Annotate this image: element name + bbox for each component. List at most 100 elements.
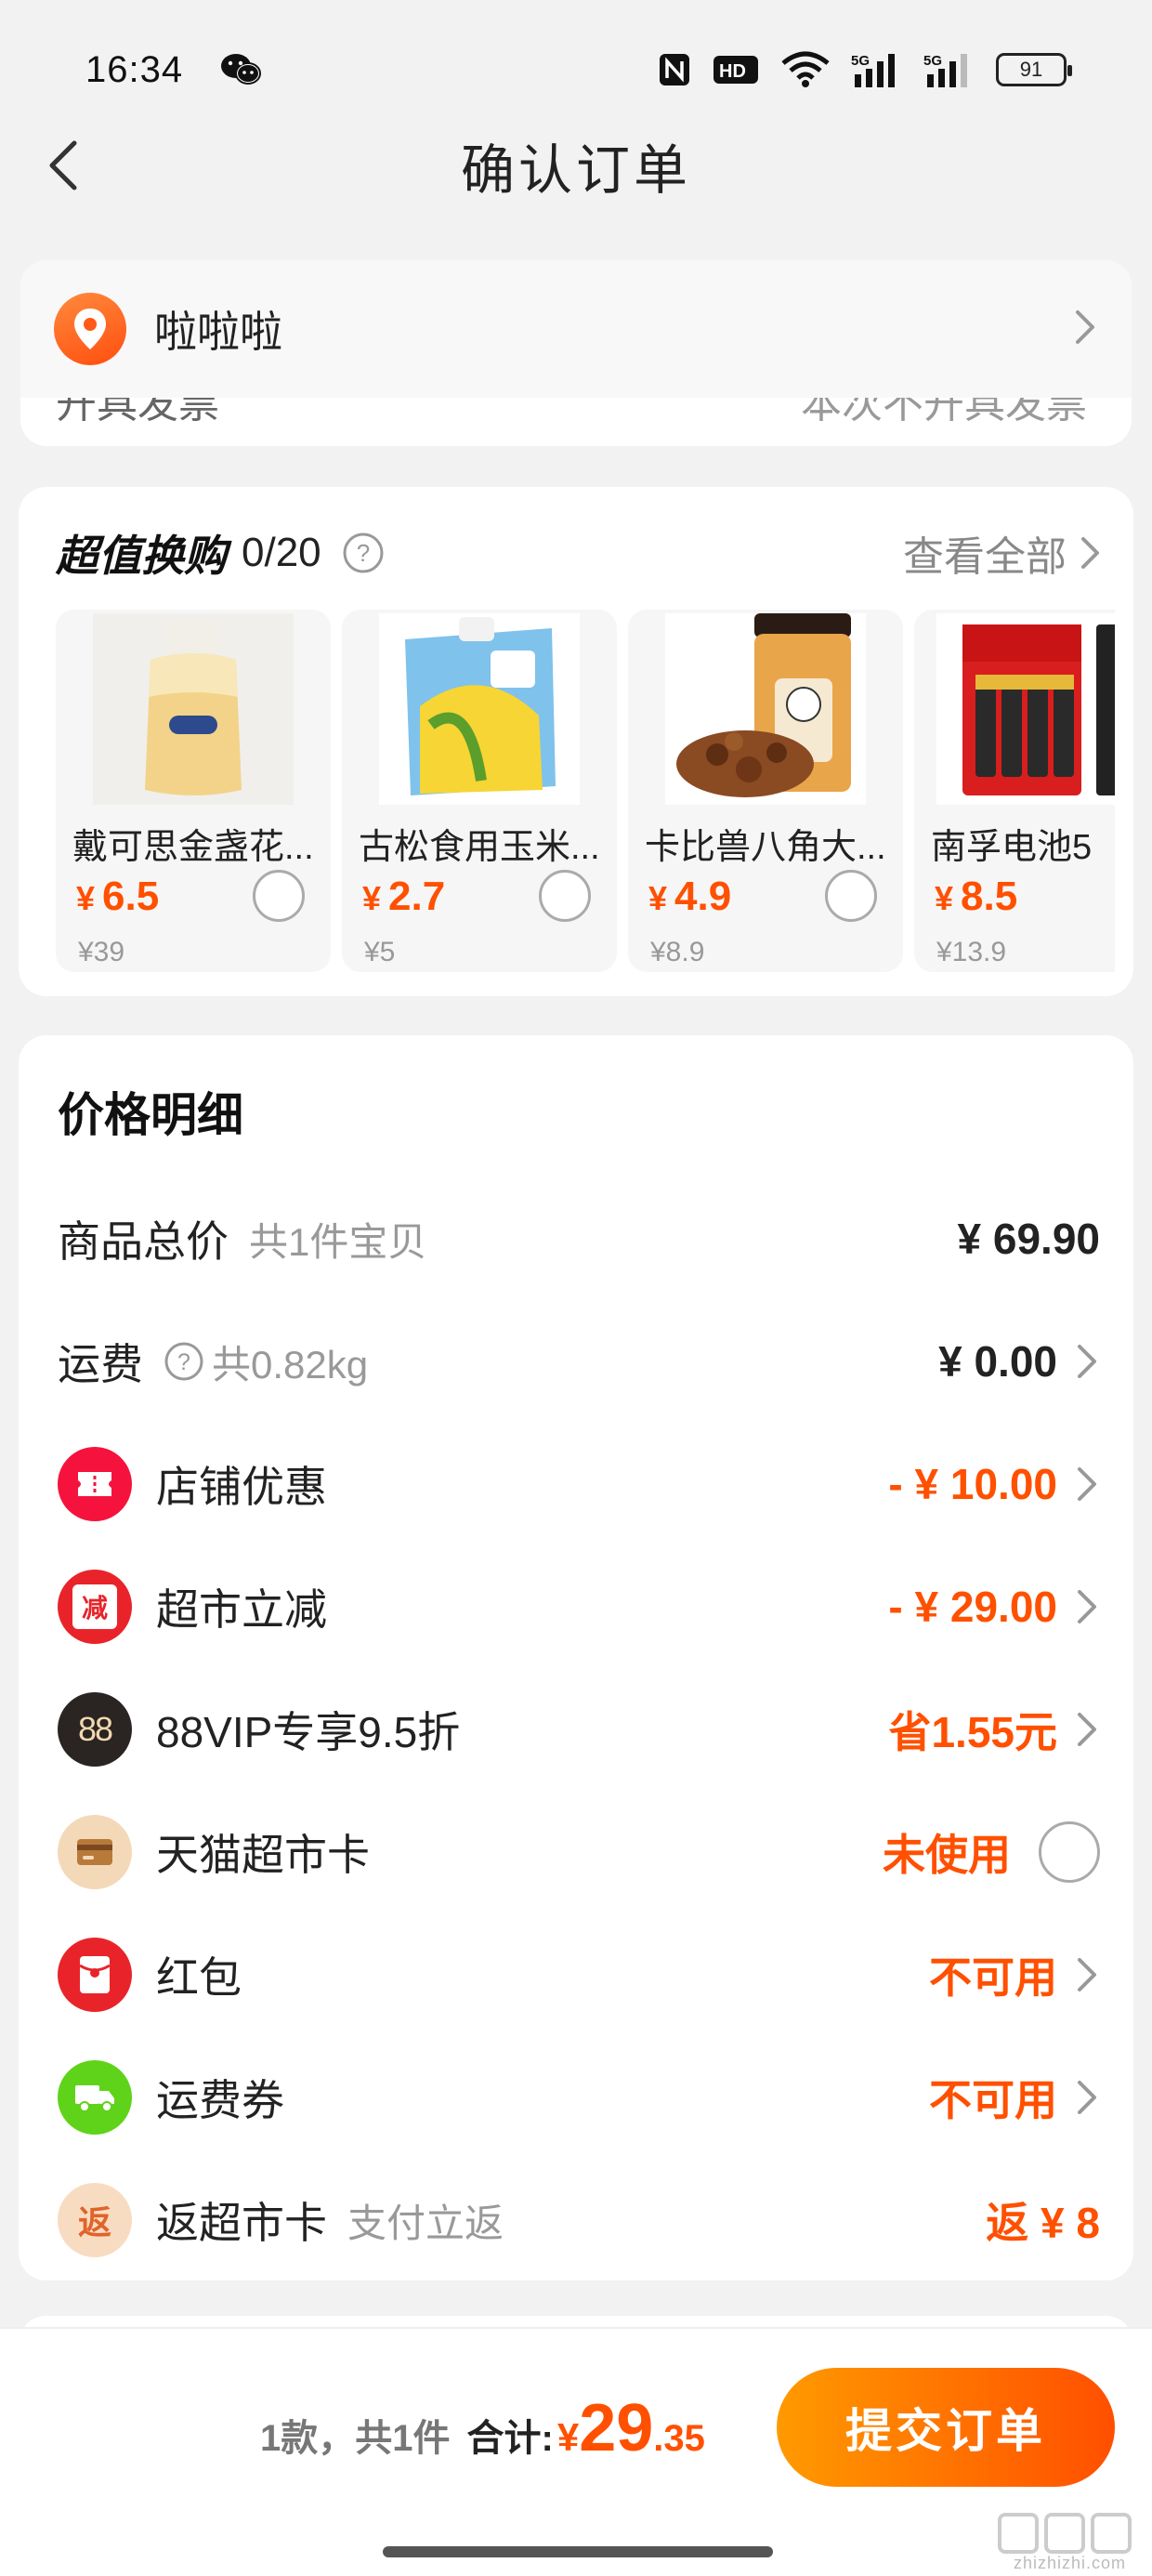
tmall-card-row[interactable]: 天猫超市卡 未使用 xyxy=(19,1801,1133,1903)
swap-product-card[interactable]: 古松食用玉米... ¥2.7 ¥5 xyxy=(342,610,617,972)
swap-title: 超值换购 xyxy=(56,532,227,580)
home-indicator[interactable] xyxy=(383,2546,773,2557)
swap-count: 0/20 xyxy=(242,530,321,575)
shipping-coupon-value: 不可用 xyxy=(929,2076,1057,2124)
tmall-card-value: 未使用 xyxy=(883,1831,1011,1879)
swap-product-price: ¥6.5 xyxy=(76,874,160,919)
chevron-right-icon xyxy=(1078,2081,1096,2114)
swap-product-price: ¥8.5 xyxy=(935,874,1018,919)
cashback-icon-text: 返 xyxy=(77,2203,111,2241)
lotion-bottle-image xyxy=(93,613,294,805)
red-packet-value: 不可用 xyxy=(929,1953,1057,2002)
coupon-icon xyxy=(58,1447,132,1521)
chevron-right-icon xyxy=(1078,1713,1096,1746)
corn-starch-bag-image xyxy=(379,613,580,805)
shipping-coupon-row[interactable]: 运费券 不可用 xyxy=(19,2046,1133,2149)
wifi-icon xyxy=(781,51,830,87)
swap-product-name: 卡比兽八角大... xyxy=(645,828,886,867)
bottom-bar: 1款，共1件 合计: ¥ 29 .35 提交订单 zhizhizhi.com xyxy=(0,2327,1152,2576)
total-price-value: ¥ 69.90 xyxy=(957,1215,1100,1263)
shop-discount-row[interactable]: 店铺优惠 - ¥ 10.00 xyxy=(19,1433,1133,1535)
chevron-right-icon xyxy=(1078,1467,1096,1501)
select-checkbox[interactable] xyxy=(253,870,305,922)
total-amount-integer: 29 xyxy=(579,2391,654,2465)
shipping-coupon-label: 运费券 xyxy=(156,2076,284,2124)
red-packet-icon xyxy=(58,1938,132,2012)
select-checkbox[interactable] xyxy=(539,870,591,922)
item-count: 1款，共1件 xyxy=(260,2418,451,2459)
location-pin-icon xyxy=(54,293,126,365)
tmall-card-radio[interactable] xyxy=(1039,1821,1100,1883)
chevron-right-icon xyxy=(1078,1345,1096,1378)
swap-product-card[interactable]: 南孚电池5 ¥8.5 ¥13.9 xyxy=(914,610,1115,972)
signal-5g-icon: 5G xyxy=(851,53,895,87)
shop-discount-label: 店铺优惠 xyxy=(156,1463,327,1511)
header: 确认订单 xyxy=(0,119,1152,212)
red-packet-row[interactable]: 红包 不可用 xyxy=(19,1924,1133,2026)
vip-row[interactable]: 88 88VIP专享9.5折 省1.55元 xyxy=(19,1678,1133,1781)
watermark-text: zhizhizhi.com xyxy=(1013,2554,1126,2572)
svg-text:?: ? xyxy=(356,539,369,567)
cashback-row: 返 返超市卡 支付立返 返 ¥ 8 xyxy=(19,2169,1133,2271)
address-row[interactable]: 啦啦啦 xyxy=(20,260,1132,398)
tmall-card-label: 天猫超市卡 xyxy=(156,1831,370,1879)
swap-product-price: ¥4.9 xyxy=(648,874,732,919)
back-button[interactable] xyxy=(37,139,89,191)
swap-product-name: 南孚电池5 xyxy=(931,828,1093,867)
page-title: 确认订单 xyxy=(460,140,691,201)
market-discount-label: 超市立减 xyxy=(156,1585,327,1634)
total-amount-decimal: .35 xyxy=(653,2418,705,2459)
shipping-weight: 共0.82kg xyxy=(212,1342,369,1387)
chevron-right-icon xyxy=(1078,1590,1096,1623)
submit-order-button[interactable]: 提交订单 xyxy=(777,2368,1115,2487)
swap-header: 超值换购 0/20 ? 查看全部 xyxy=(56,520,1102,585)
nfc-icon xyxy=(660,54,689,85)
shipping-value: ¥ 0.00 xyxy=(938,1337,1057,1386)
battery-level: 91 xyxy=(1019,58,1043,81)
back-arrow-icon xyxy=(49,140,77,191)
address-name: 啦啦啦 xyxy=(154,308,282,356)
order-summary: 1款，共1件 合计: ¥ 29 .35 xyxy=(260,2390,705,2466)
swap-product-card[interactable]: 卡比兽八角大... ¥4.9 ¥8.9 xyxy=(628,610,903,972)
address-card[interactable]: 啦啦啦 开具发票 本次不开具发票 xyxy=(20,260,1132,446)
discount-icon: 减 xyxy=(58,1570,132,1644)
red-packet-label: 红包 xyxy=(156,1953,242,2002)
discount-icon-text: 减 xyxy=(72,1584,117,1629)
battery-icon: 91 xyxy=(996,53,1072,86)
market-discount-value: - ¥ 29.00 xyxy=(888,1583,1057,1631)
view-all-label: 查看全部 xyxy=(903,534,1067,580)
vip-88-icon: 88 xyxy=(58,1692,132,1767)
vip-value: 省1.55元 xyxy=(888,1708,1057,1756)
status-time: 16:34 xyxy=(85,48,184,90)
swap-product-card[interactable]: 戴可思金盏花... ¥6.5 ¥39 xyxy=(56,610,331,972)
shipping-label: 运费 xyxy=(58,1340,143,1388)
cashback-icon: 返 xyxy=(58,2183,132,2257)
view-all-link[interactable]: 查看全部 xyxy=(903,523,1102,583)
help-icon[interactable]: ? xyxy=(342,532,385,574)
total-label: 合计: xyxy=(466,2418,554,2459)
chevron-right-icon xyxy=(1076,310,1094,344)
swap-product-list: 戴可思金盏花... ¥6.5 ¥39 古松食用玉米... ¥2.7 ¥5 卡比兽… xyxy=(56,610,1115,972)
cashback-label: 返超市卡 xyxy=(156,2199,327,2247)
cashback-value: 返 ¥ 8 xyxy=(986,2199,1100,2247)
signal-5g-icon-2: 5G xyxy=(923,53,967,87)
cashback-sub: 支付立返 xyxy=(347,2201,504,2245)
total-price-label: 商品总价 xyxy=(58,1217,229,1266)
price-detail-title: 价格明细 xyxy=(58,1089,243,1141)
shop-discount-value: - ¥ 10.00 xyxy=(888,1460,1057,1508)
select-checkbox[interactable] xyxy=(825,870,877,922)
total-price-row: 商品总价 共1件宝贝 ¥ 69.90 xyxy=(19,1188,1133,1290)
svg-text:5G: 5G xyxy=(923,53,942,69)
help-icon[interactable]: ? xyxy=(164,1341,204,1382)
swap-product-original-price: ¥13.9 xyxy=(936,937,1007,967)
truck-icon xyxy=(58,2060,132,2135)
price-detail-card: 价格明细 商品总价 共1件宝贝 ¥ 69.90 运费 ? 共0.82kg ¥ 0… xyxy=(19,1035,1133,2280)
total-currency: ¥ xyxy=(556,2415,580,2459)
shipping-row[interactable]: 运费 ? 共0.82kg ¥ 0.00 xyxy=(19,1310,1133,1413)
card-icon xyxy=(58,1815,132,1889)
vip-icon-text: 88 xyxy=(77,1710,113,1748)
hd-icon: HD xyxy=(713,56,758,84)
wechat-icon xyxy=(221,54,262,85)
svg-text:?: ? xyxy=(177,1349,190,1375)
market-discount-row[interactable]: 减 超市立减 - ¥ 29.00 xyxy=(19,1556,1133,1658)
